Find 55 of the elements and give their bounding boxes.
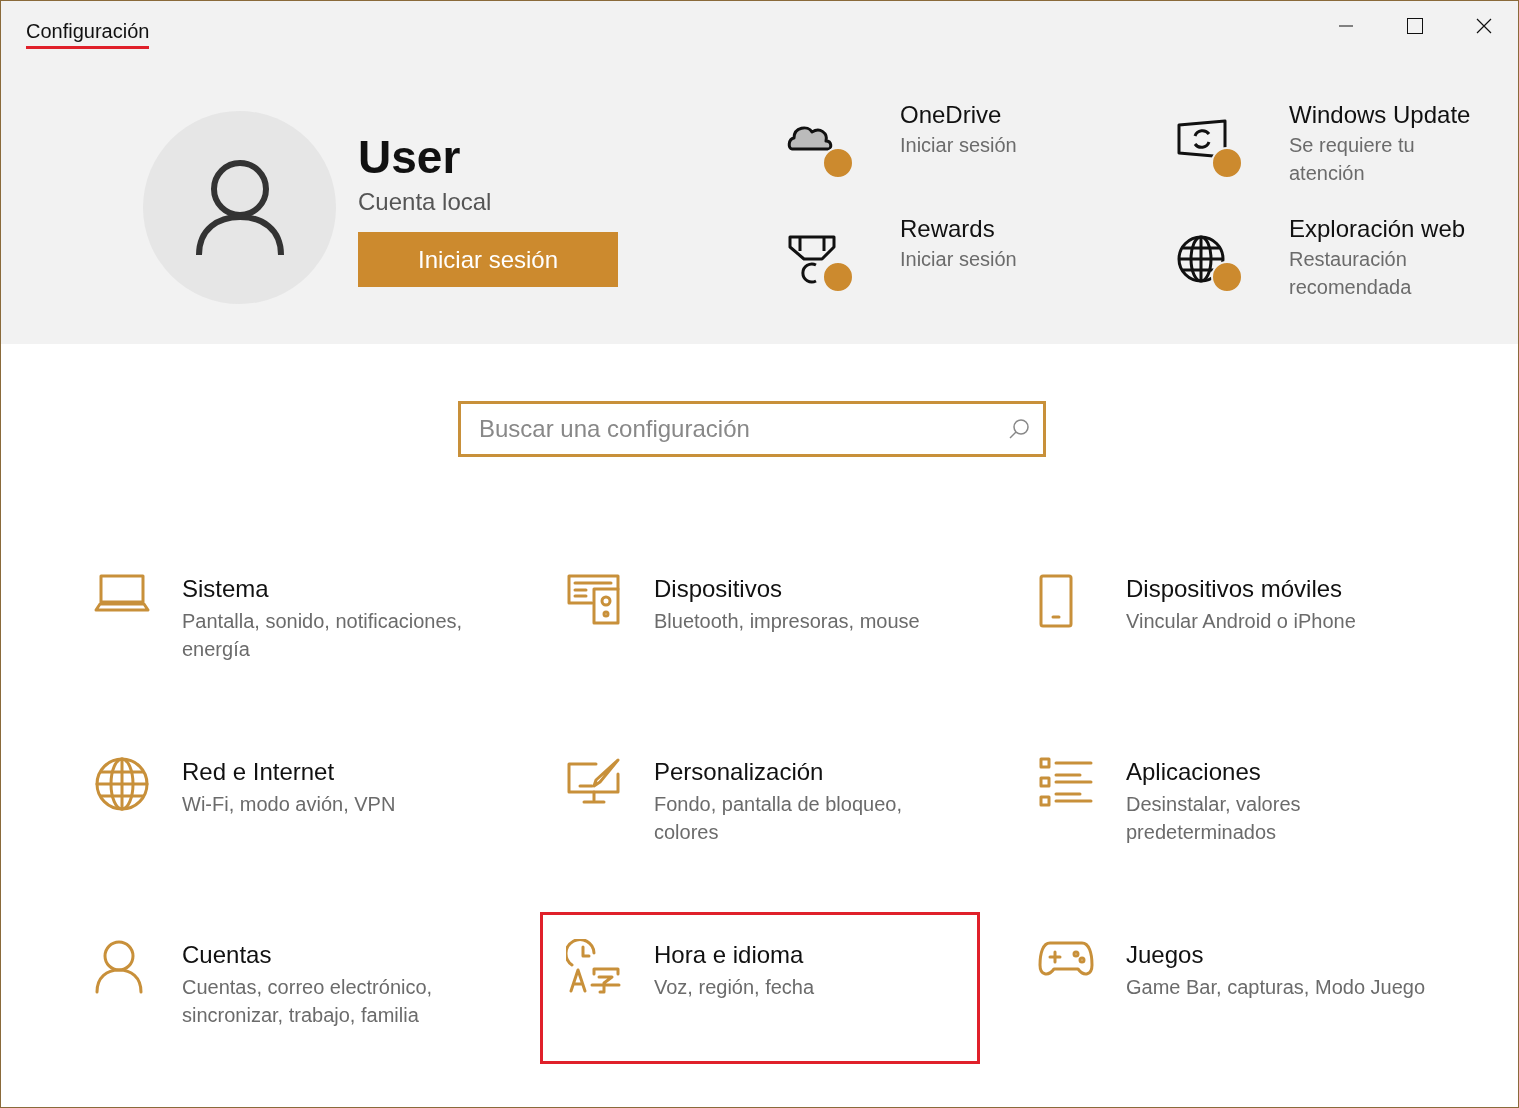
category-tile[interactable]: Cuentas Cuentas, correo electrónico, sincronizar, trabajo, familia — [68, 912, 508, 1064]
quick-link-status: Iniciar sesión — [900, 247, 1018, 272]
category-description: Wi-Fi, modo avión, VPN — [182, 792, 397, 817]
globe-icon — [94, 756, 150, 812]
category-description: Bluetooth, impresoras, mouse — [654, 609, 921, 634]
quick-link-title[interactable]: OneDrive — [900, 99, 1116, 131]
quick-link-title[interactable]: Rewards — [900, 213, 1116, 245]
close-icon — [1475, 18, 1492, 34]
category-description: Vincular Android o iPhone — [1126, 609, 1357, 634]
category-title: Red e Internet — [182, 757, 336, 787]
category-tile[interactable]: Hora e idioma Voz, región, fecha — [540, 912, 980, 1064]
person-icon — [94, 939, 144, 995]
monitor-sync-icon — [1175, 119, 1243, 179]
category-description: Pantalla, sonido, notificaciones, energía — [182, 609, 464, 662]
category-description: Fondo, pantalla de bloqueo, colores — [654, 792, 903, 845]
category-tile[interactable]: Aplicaciones Desinstalar, valores predeterminados — [1012, 729, 1452, 881]
category-tile[interactable]: Dispositivos Bluetooth, impresoras, mouse — [540, 546, 980, 698]
category-title: Juegos — [1126, 940, 1205, 970]
laptop-icon — [94, 573, 150, 613]
category-title: Dispositivos — [654, 574, 784, 604]
category-tile[interactable]: Personalización Fondo, pantalla de bloqueo, colores — [540, 729, 980, 881]
globe-icon — [1175, 233, 1243, 293]
minimize-icon — [1338, 25, 1353, 27]
quick-link-title[interactable]: Windows Update — [1289, 99, 1505, 131]
category-title: Aplicaciones — [1126, 757, 1262, 787]
user-name: User — [358, 130, 462, 185]
keyboard-speaker-icon — [566, 573, 622, 627]
category-tile[interactable]: Juegos Game Bar, capturas, Modo Juego — [1012, 912, 1452, 1064]
category-description: Desinstalar, valores predeterminados — [1126, 792, 1302, 845]
monitor-brush-icon — [566, 756, 622, 806]
quick-link-status: Se requiere tu atención — [1289, 133, 1416, 186]
category-title: Sistema — [182, 574, 270, 604]
category-title: Dispositivos móviles — [1126, 574, 1344, 604]
quick-link-status: Iniciar sesión — [900, 133, 1018, 158]
clock-language-icon — [566, 939, 622, 995]
category-description: Voz, región, fecha — [654, 975, 816, 1000]
maximize-icon — [1406, 18, 1423, 34]
phone-icon — [1038, 573, 1074, 629]
category-title: Hora e idioma — [654, 940, 805, 970]
window-title: Configuración — [26, 18, 150, 49]
category-tile[interactable]: Red e Internet Wi-Fi, modo avión, VPN — [68, 729, 508, 881]
category-tile[interactable]: Dispositivos móviles Vincular Android o iPhone — [1012, 546, 1452, 698]
category-title: Personalización — [654, 757, 825, 787]
category-title: Cuentas — [182, 940, 273, 970]
category-tile[interactable]: Sistema Pantalla, sonido, notificaciones, energía — [68, 546, 508, 698]
person-icon — [195, 158, 284, 257]
search-field[interactable]: Buscar una configuración — [458, 401, 1046, 457]
account-type: Cuenta local — [358, 187, 493, 217]
category-description: Game Bar, capturas, Modo Juego — [1126, 975, 1426, 1000]
list-icon — [1038, 756, 1094, 808]
category-description: Cuentas, correo electrónico, sincronizar, trabajo, familia — [182, 975, 434, 1028]
quick-link-status: Restauración recomendada — [1289, 247, 1413, 300]
medal-icon — [786, 233, 854, 293]
quick-link-title[interactable]: Exploración web — [1289, 213, 1505, 245]
search-icon — [1008, 418, 1030, 440]
